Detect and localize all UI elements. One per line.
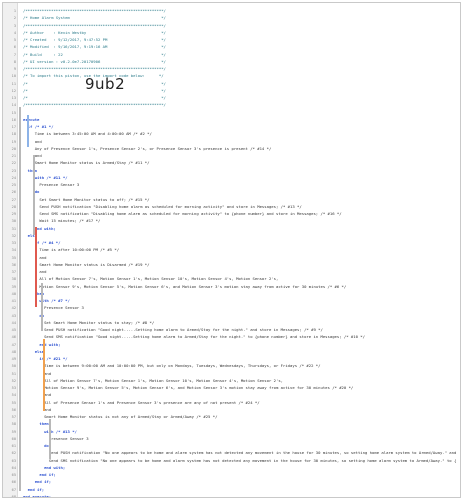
with-block-bar-3 <box>49 419 51 459</box>
piston-code-view: 1/**************************************… <box>2 2 461 498</box>
line-text: end execute; <box>23 493 52 498</box>
with-block-bar-2 <box>41 283 43 331</box>
line-number: 68 <box>11 494 16 498</box>
if-block-bar-3 <box>43 339 45 411</box>
code-line: 68 end execute; <box>3 493 458 498</box>
if-block-bar <box>27 115 29 147</box>
if-block-bar-2 <box>35 227 37 307</box>
import-code: 9ub2 <box>85 75 126 93</box>
execute-block-bar <box>19 107 21 491</box>
with-block-bar <box>33 155 35 235</box>
